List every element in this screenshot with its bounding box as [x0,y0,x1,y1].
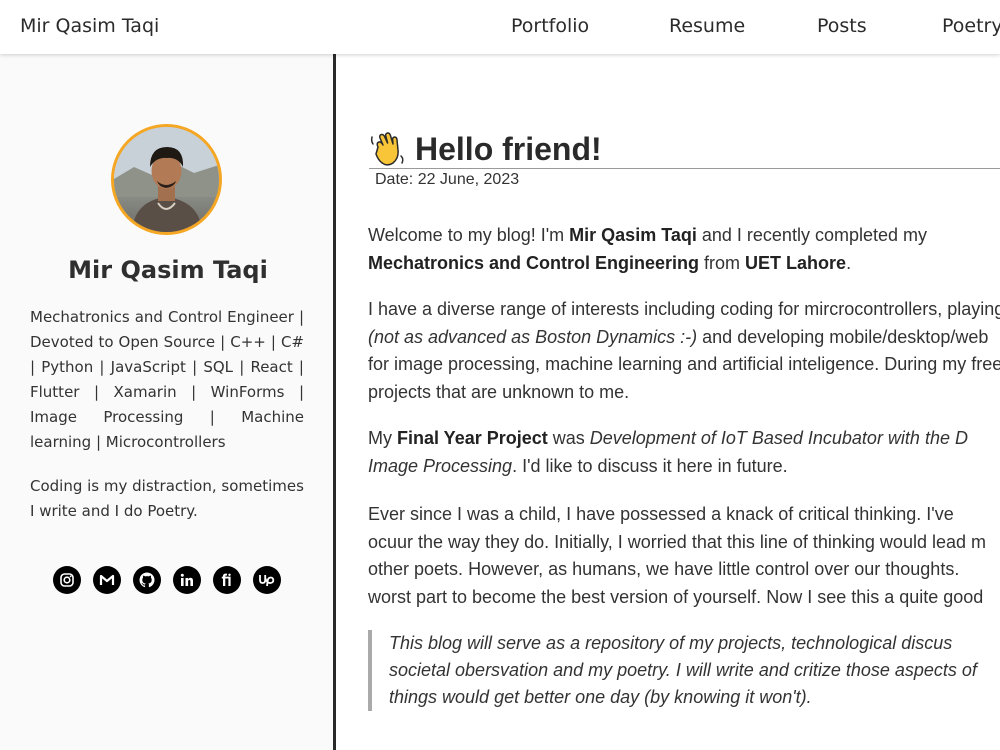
avatar [111,124,222,235]
paragraph-interests: I have a diverse range of interests incl… [368,299,1000,402]
gmail-icon[interactable] [93,566,121,594]
nav-portfolio[interactable]: Portfolio [511,15,589,37]
top-navbar: Mir Qasim Taqi Portfolio Resume Posts Po… [0,0,1000,54]
profile-tagline: Coding is my distraction, sometimes I wr… [30,477,304,520]
blockquote: This blog will serve as a repository of … [368,630,1000,711]
post-content: Hello friend! Date: 22 June, 2023 Welcom… [339,54,1000,750]
author-name-bold: Mir Qasim Taqi [569,225,697,245]
title-divider [369,168,1000,169]
brand-link[interactable]: Mir Qasim Taqi [20,15,159,37]
nav-resume[interactable]: Resume [669,15,745,37]
profile-sidebar: Mir Qasim Taqi Mechatronics and Control … [0,54,336,750]
paragraph-project: My Final Year Project was Development of… [368,428,968,476]
paragraph-childhood: Ever since I was a child, I have possess… [368,504,986,607]
github-icon[interactable] [133,566,161,594]
fiverr-icon[interactable] [213,566,241,594]
nav-posts[interactable]: Posts [817,15,867,37]
post-heading-row: Hello friend! [369,130,602,168]
upwork-icon[interactable] [253,566,281,594]
paragraph-intro: Welcome to my blog! I'm Mir Qasim Taqi a… [368,225,927,273]
linkedin-icon[interactable] [173,566,201,594]
waving-hand-icon [369,130,407,168]
profile-name: Mir Qasim Taqi [68,256,268,284]
nav-poetry[interactable]: Poetry [942,15,1000,37]
instagram-icon[interactable] [53,566,81,594]
post-title: Hello friend! [415,130,602,167]
profile-bio: Mechatronics and Control Engineer | Devo… [30,308,304,451]
post-date: Date: 22 June, 2023 [375,171,520,188]
